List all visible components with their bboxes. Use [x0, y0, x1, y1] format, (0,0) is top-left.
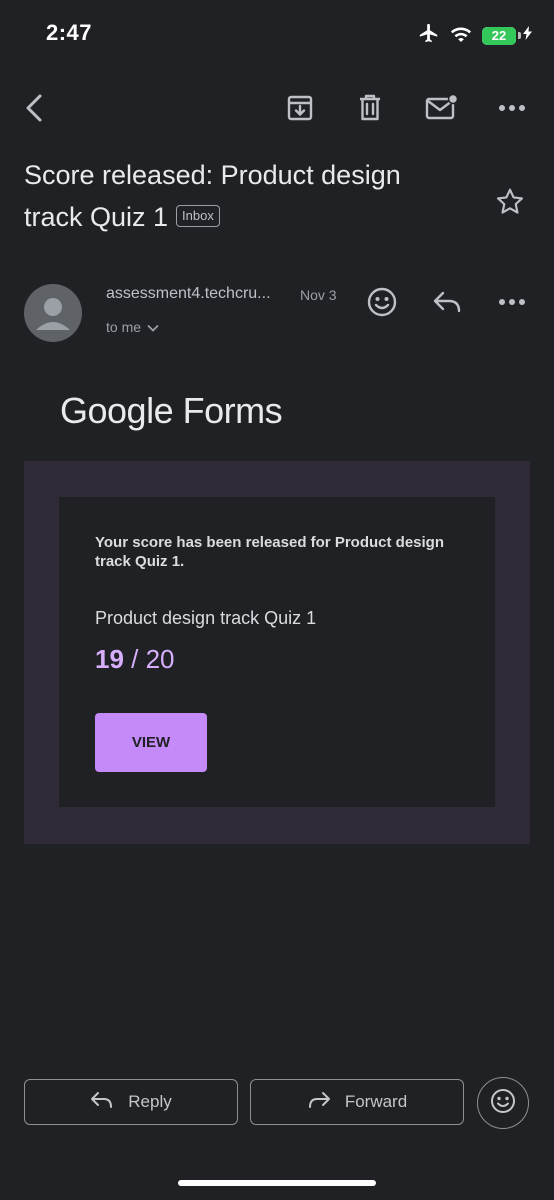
emoji-react-button[interactable]	[477, 1077, 529, 1129]
quiz-title: Product design track Quiz 1	[95, 608, 317, 628]
recipient-details-toggle[interactable]: to me	[106, 319, 159, 335]
status-time: 2:47	[46, 20, 93, 45]
reply-arrow-icon	[90, 1091, 114, 1114]
status-icons: 22	[418, 22, 532, 49]
airplane-icon	[418, 22, 440, 49]
inbox-label-chip[interactable]: Inbox	[176, 204, 220, 227]
battery-icon: 22	[482, 26, 532, 45]
recipient-label: to me	[106, 319, 142, 335]
brand-forms: Forms	[182, 390, 283, 431]
charging-bolt-icon	[523, 26, 532, 45]
mark-unread-icon[interactable]	[421, 88, 461, 128]
back-arrow-icon[interactable]	[14, 88, 54, 128]
score-released-message: Your score has been released for Product…	[95, 534, 444, 570]
reply-button[interactable]: Reply	[24, 1079, 238, 1125]
star-icon[interactable]	[494, 186, 530, 222]
email-date: Nov 3	[300, 287, 337, 303]
score-display: 19 / 20	[95, 644, 175, 675]
view-score-button[interactable]: VIEW	[95, 713, 207, 772]
reply-label: Reply	[128, 1092, 172, 1111]
brand-google: Google	[60, 390, 174, 431]
chevron-down-icon	[147, 319, 159, 335]
sender-name[interactable]: assessment4.techcru...	[106, 285, 271, 303]
reply-icon[interactable]	[427, 282, 467, 322]
trash-icon[interactable]	[350, 88, 390, 128]
emoji-reaction-icon[interactable]	[362, 282, 402, 322]
wifi-icon	[450, 24, 472, 47]
score-value: 19	[95, 644, 124, 674]
forward-button[interactable]: Forward	[250, 1079, 464, 1125]
archive-icon[interactable]	[280, 88, 320, 128]
battery-level: 22	[491, 28, 507, 43]
forward-label: Forward	[344, 1092, 408, 1111]
forward-arrow-icon	[307, 1091, 331, 1114]
more-vert-icon[interactable]	[492, 88, 532, 128]
smiley-icon	[489, 1087, 517, 1120]
email-subject: Score released: Product design track Qui…	[24, 154, 464, 238]
score-separator: /	[123, 644, 146, 674]
sender-avatar[interactable]	[24, 284, 82, 342]
home-indicator[interactable]	[178, 1180, 376, 1186]
google-forms-logo: Google Forms	[60, 390, 283, 432]
score-total: 20	[145, 644, 175, 674]
more-options-icon[interactable]	[492, 282, 532, 322]
